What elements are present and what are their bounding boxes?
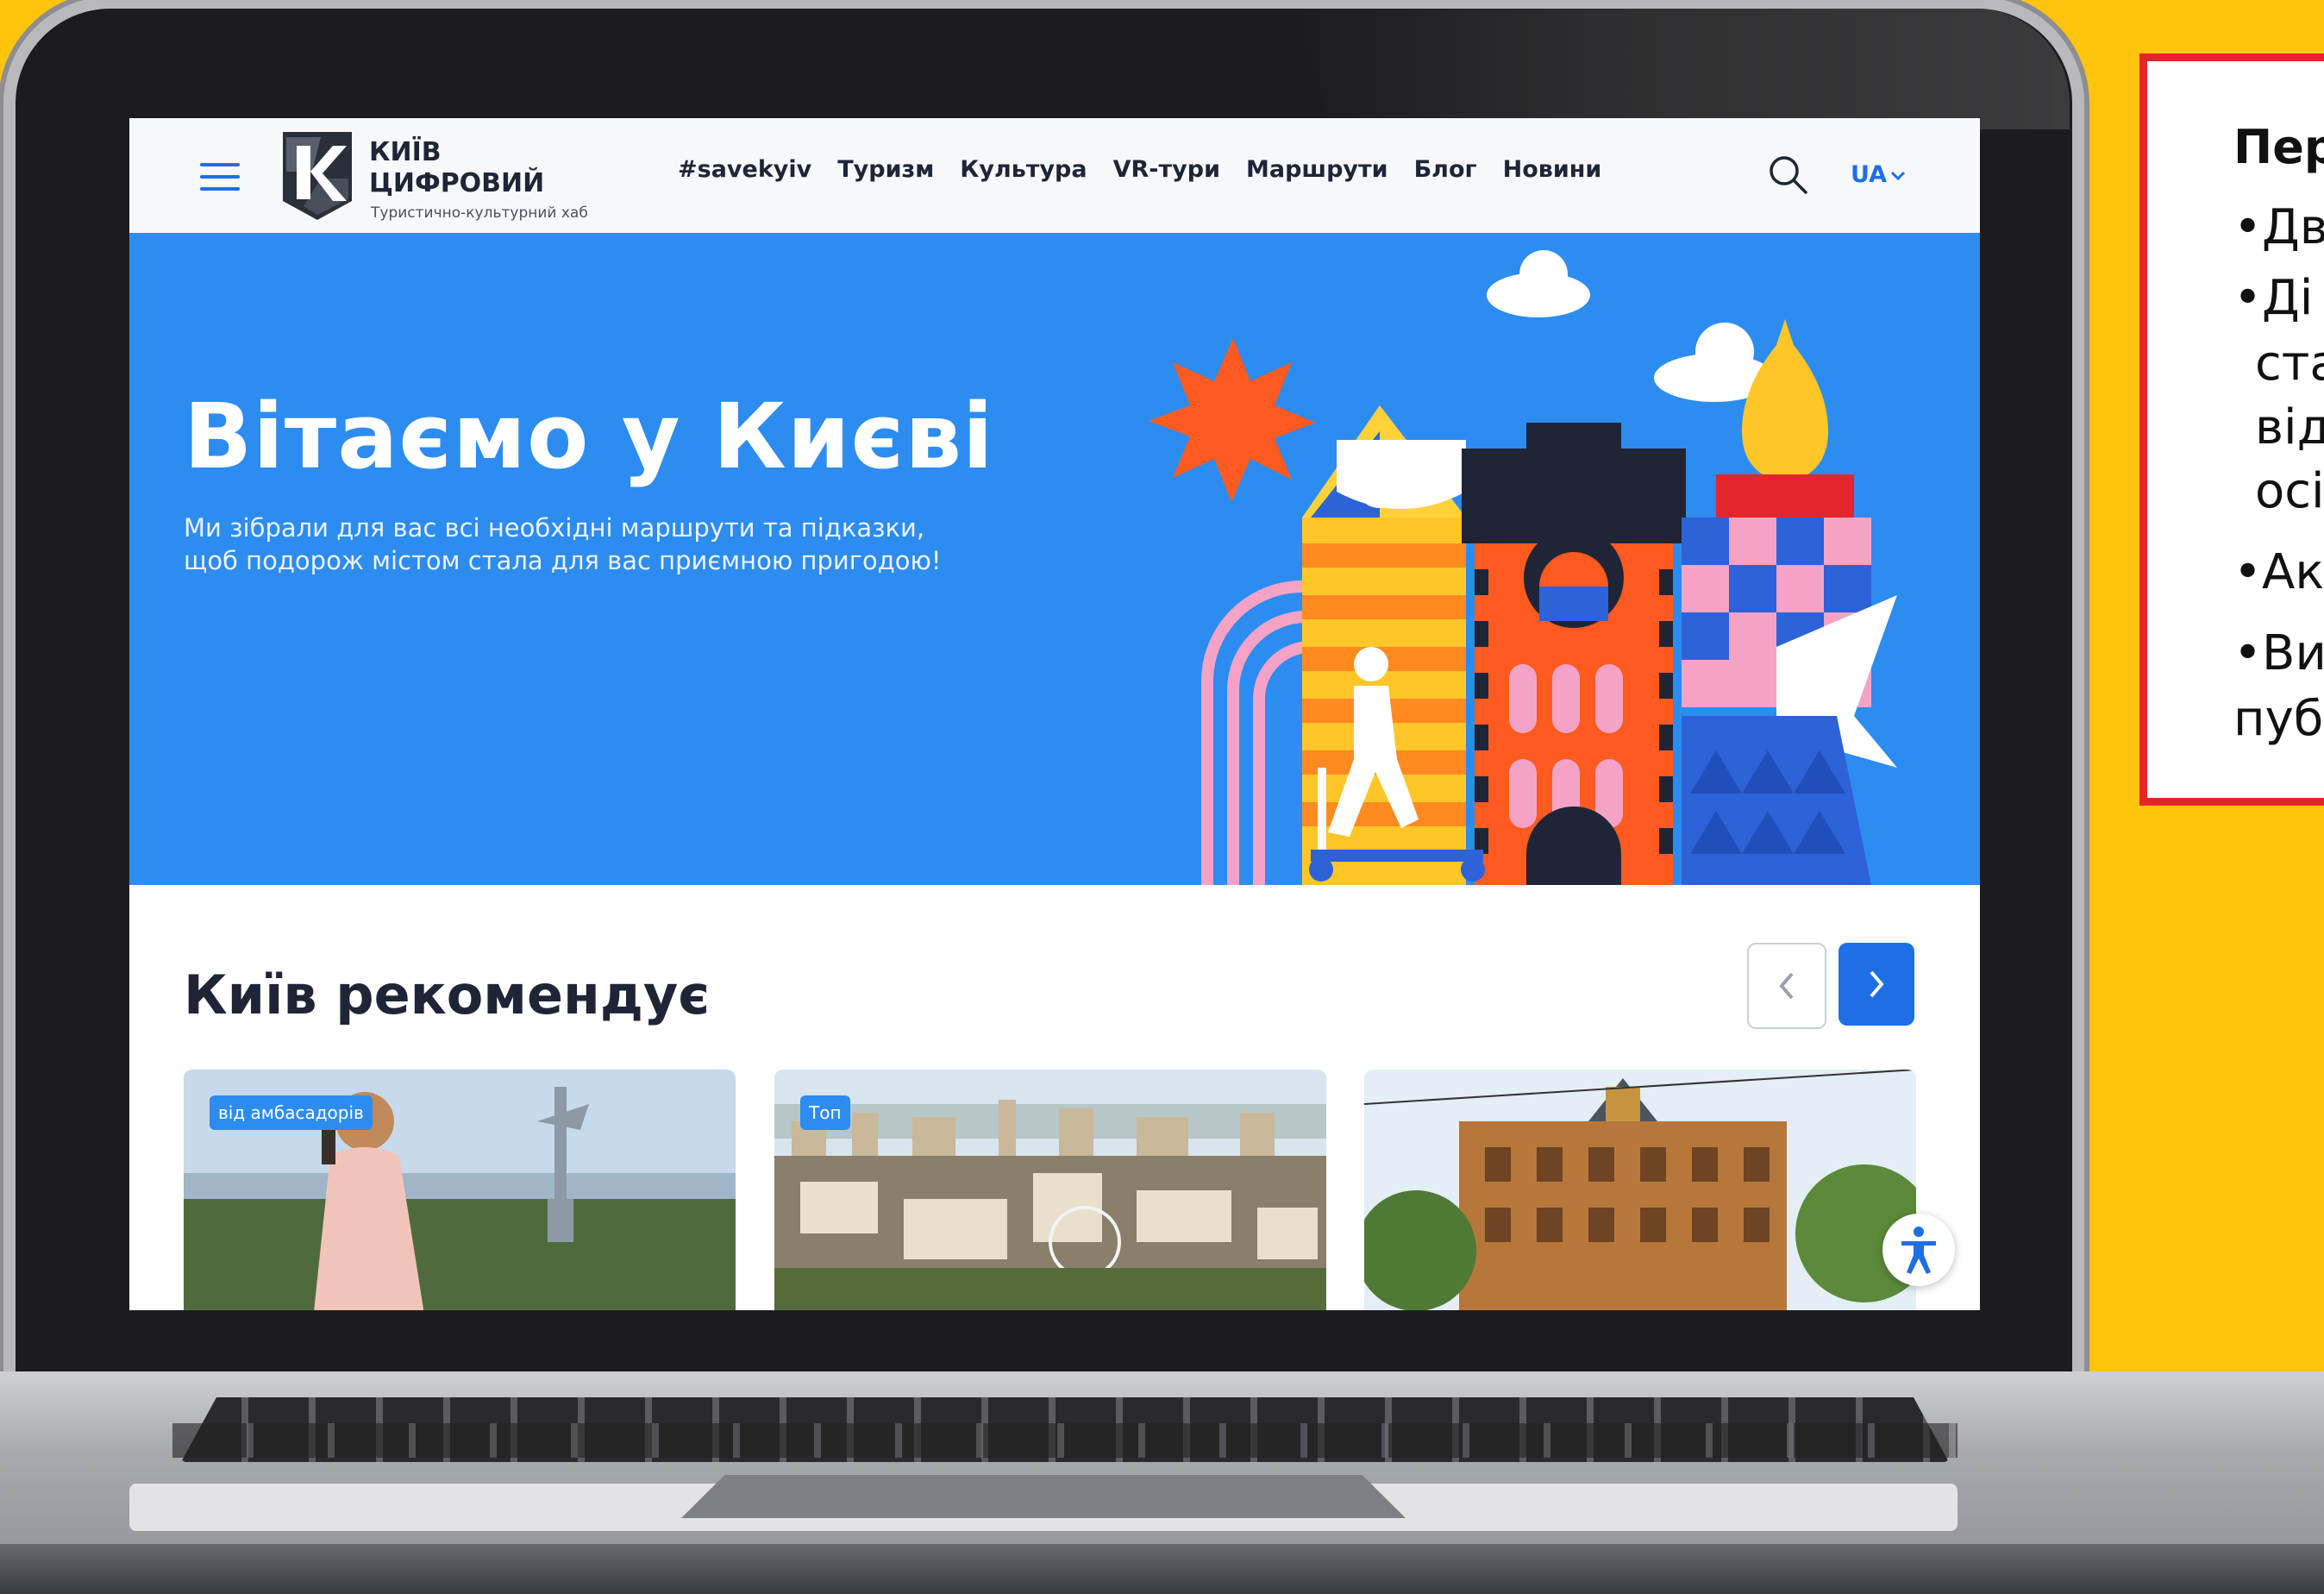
info-line: осi	[2255, 463, 2324, 519]
info-line: •Дв	[2233, 199, 2324, 255]
language-label: UA	[1851, 161, 1887, 188]
logo-title-line1: КИЇВ	[369, 137, 442, 167]
recommend-card[interactable]	[1364, 1070, 1916, 1310]
logo-title[interactable]: КИЇВ ЦИФРОВИЙ	[369, 137, 559, 199]
chevron-left-icon	[1779, 972, 1794, 1000]
info-panel-title: Пер	[2233, 120, 2324, 174]
chevron-down-icon	[1890, 171, 1906, 180]
card-badge: від амбасадорів	[210, 1095, 373, 1130]
info-line: ста	[2255, 336, 2324, 392]
language-selector[interactable]: UA	[1851, 161, 1906, 188]
site-header: КИЇВ ЦИФРОВИЙ Туристично-культурний хаб …	[129, 118, 1980, 234]
hero-subtitle: Ми зібрали для вас всі необхідні маршрут…	[184, 513, 942, 575]
info-line: •Ак	[2233, 544, 2324, 600]
nav-routes[interactable]: Маршрути	[1246, 156, 1388, 183]
nav-blog[interactable]: Блог	[1414, 156, 1477, 183]
recommend-card[interactable]: Топ	[774, 1070, 1326, 1310]
card-badge: Топ	[800, 1095, 850, 1130]
nav-vr-tours[interactable]: VR-тури	[1113, 156, 1220, 183]
kyiv-logo-icon[interactable]	[278, 127, 357, 223]
accessibility-icon[interactable]	[1882, 1214, 1955, 1286]
recommend-title: Київ рекомендує	[184, 963, 711, 1026]
logo-subtitle: Туристично-культурний хаб	[371, 204, 588, 222]
nav-savekyiv[interactable]: #savekyiv	[678, 156, 811, 183]
nav-news[interactable]: Новини	[1503, 156, 1602, 183]
carousel-next-button[interactable]	[1839, 943, 1914, 1026]
info-line: пуб	[2233, 691, 2324, 747]
carousel-prev-button[interactable]	[1747, 943, 1826, 1029]
laptop-base-edge	[0, 1544, 2324, 1594]
info-line: •Дi	[2233, 270, 2314, 326]
chevron-right-icon	[1870, 970, 1884, 998]
search-icon[interactable]	[1766, 153, 1809, 196]
recommend-card[interactable]: від амбасадорів	[184, 1070, 736, 1310]
hero-title: Вітаємо у Києві	[184, 384, 994, 489]
card-photo-panorama	[774, 1070, 1326, 1310]
nav-culture[interactable]: Культура	[960, 156, 1087, 183]
info-line: •Ви	[2233, 625, 2324, 681]
logo-title-line2: ЦИФРОВИЙ	[369, 168, 545, 198]
card-photo-building	[1364, 1070, 1916, 1310]
lid-reflection	[1294, 9, 2070, 129]
info-line: вiд	[2255, 399, 2324, 455]
hamburger-menu-icon[interactable]	[200, 163, 240, 191]
touchpad	[681, 1475, 1406, 1518]
nav-tourism[interactable]: Туризм	[837, 156, 934, 183]
keyboard-row	[172, 1423, 1958, 1458]
browser-screen: КИЇВ ЦИФРОВИЙ Туристично-культурний хаб …	[129, 118, 1980, 1310]
hero-banner: Вітаємо у Києві Ми зібрали для вас всі н…	[129, 233, 1980, 885]
main-nav: #savekyiv Туризм Культура VR-тури Маршру…	[678, 156, 1601, 183]
info-panel: Пер •Дв •Дi ста вiд осi •Ак •Ви пуб	[2139, 53, 2324, 806]
kyiv-illustration	[1149, 250, 1897, 885]
